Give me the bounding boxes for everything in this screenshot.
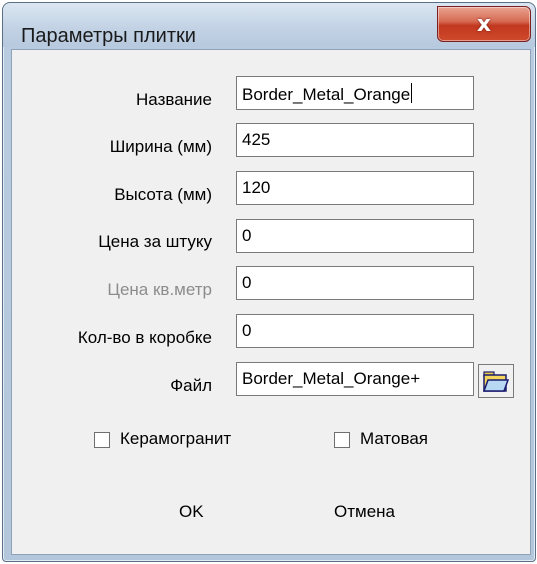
tile-parameters-dialog: Параметры плитки x Название Border_Metal…	[2, 2, 536, 562]
quantity-per-box-field[interactable]: 0	[236, 314, 474, 348]
open-folder-icon	[483, 371, 509, 392]
name-value: Border_Metal_Orange	[242, 85, 411, 104]
width-label: Ширина (мм)	[109, 137, 212, 156]
name-label: Название	[136, 90, 212, 109]
window-title: Параметры плитки	[21, 25, 196, 47]
name-field[interactable]: Border_Metal_Orange	[236, 76, 474, 110]
browse-file-button[interactable]	[478, 364, 514, 398]
height-field[interactable]: 120	[236, 171, 474, 205]
title-bar[interactable]: Параметры плитки x	[3, 3, 535, 47]
quantity-per-box-label: Кол-во в коробке	[77, 328, 212, 347]
dialog-body: Название Border_Metal_Orange Ширина (мм)…	[11, 49, 531, 555]
file-label: Файл	[170, 376, 212, 395]
price-per-piece-field[interactable]: 0	[236, 219, 474, 253]
matte-checkbox-label[interactable]: Матовая	[360, 429, 428, 449]
close-icon: x	[476, 11, 492, 37]
width-field[interactable]: 425	[236, 123, 474, 157]
price-per-piece-label: Цена за штуку	[98, 232, 212, 251]
height-label: Высота (мм)	[114, 185, 212, 204]
porcelain-checkbox[interactable]	[94, 432, 110, 448]
porcelain-checkbox-label[interactable]: Керамогранит	[120, 429, 231, 449]
matte-checkbox[interactable]	[334, 432, 350, 448]
ok-button[interactable]: OK	[179, 502, 204, 522]
cancel-button[interactable]: Отмена	[334, 502, 395, 522]
file-field[interactable]: Border_Metal_Orange+	[236, 362, 474, 396]
close-button[interactable]: x	[437, 6, 531, 42]
price-per-sqm-field[interactable]: 0	[236, 266, 474, 300]
price-per-sqm-label: Цена кв.метр	[107, 280, 212, 299]
text-cursor	[411, 83, 413, 103]
